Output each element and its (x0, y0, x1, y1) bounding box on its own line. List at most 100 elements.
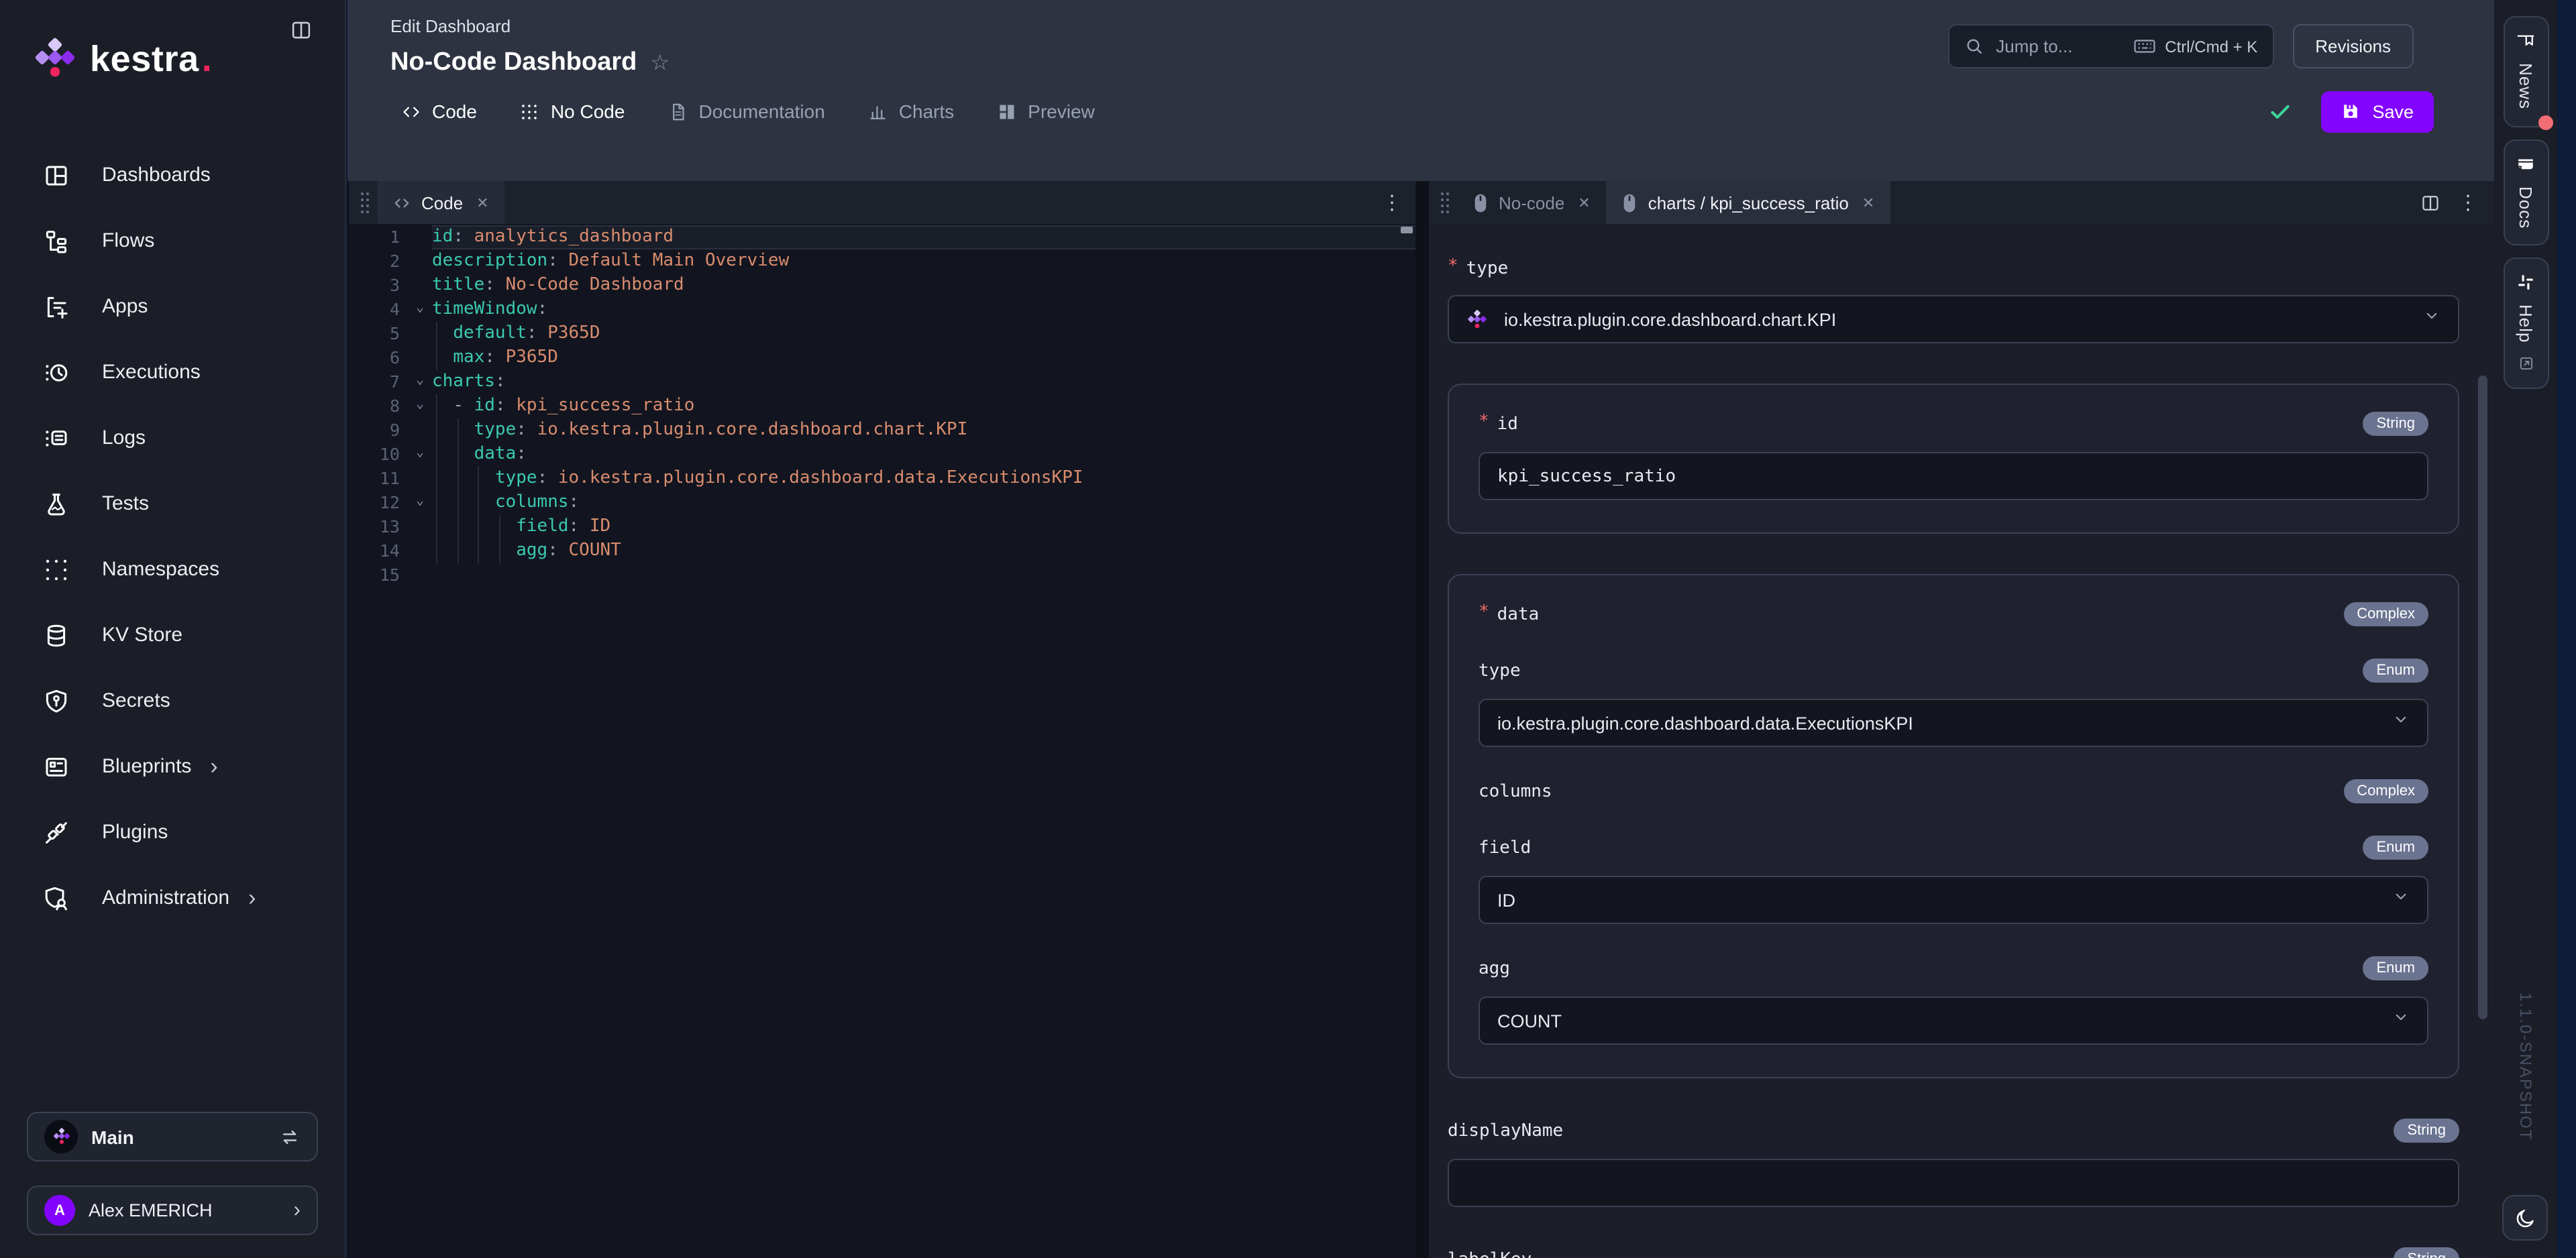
sidebar-item-apps[interactable]: Apps (8, 279, 337, 334)
panel-tab-charts-kpi-success-ratio[interactable]: charts / kpi_success_ratio✕ (1607, 181, 1891, 224)
code-text: type: io.kestra.plugin.core.dashboard.ch… (432, 418, 1415, 443)
field-card: *idStringkpi_success_ratio (1448, 384, 2459, 534)
code-text: timeWindow: (432, 298, 1415, 322)
type-badge: String (2394, 1247, 2460, 1258)
sidebar-item-kv-store[interactable]: KV Store (8, 608, 337, 663)
panel-splitter[interactable] (1415, 181, 1429, 1258)
fold-chevron-icon[interactable]: ⌄ (408, 443, 432, 467)
sidebar-item-label: Secrets (102, 689, 170, 712)
line-number: 14 (349, 539, 408, 563)
code-text: columns: (432, 491, 1415, 515)
fold-chevron-icon[interactable]: ⌄ (408, 370, 432, 394)
input-id[interactable]: kpi_success_ratio (1479, 452, 2428, 500)
sidebar-item-logs[interactable]: Logs (8, 410, 337, 465)
sidebar-item-administration[interactable]: Administration› (8, 870, 337, 925)
revisions-button[interactable]: Revisions (2292, 24, 2414, 68)
keyboard-icon (2133, 35, 2155, 58)
field-label: id (1497, 414, 1518, 434)
drag-grip-icon[interactable] (358, 190, 372, 215)
code-line: 1id: analytics_dashboard (349, 225, 1415, 249)
tests-icon (43, 490, 70, 517)
saved-check-icon (2269, 100, 2292, 123)
tenant-switch-icon[interactable] (279, 1126, 301, 1147)
close-icon[interactable]: ✕ (1862, 194, 1874, 211)
code-line: 2description: Default Main Overview (349, 249, 1415, 274)
sidebar-item-plugins[interactable]: Plugins (8, 805, 337, 860)
type-badge: String (2363, 412, 2429, 436)
kestra-logo-icon (32, 35, 78, 83)
rail-button-docs[interactable]: Docs (2503, 139, 2548, 245)
drag-grip-icon[interactable] (1438, 190, 1452, 215)
tab-label: No Code (551, 101, 625, 122)
tenant-icon (44, 1120, 78, 1153)
tab-charts[interactable]: Charts (847, 78, 975, 145)
theme-toggle-button[interactable] (2502, 1195, 2548, 1241)
rail-button-news[interactable]: News (2503, 16, 2548, 127)
select-value: ID (1497, 890, 1515, 910)
user-menu[interactable]: A Alex EMERICH › (27, 1186, 318, 1235)
field-label: type (1479, 661, 1521, 681)
indent-guide (457, 539, 458, 563)
kestra-logo[interactable]: kestra . (32, 35, 212, 83)
code-panel: Code ✕ ⋮ 1id: analytics_dashboard2descri… (349, 181, 1415, 1258)
field-id: *idStringkpi_success_ratio (1479, 412, 2428, 500)
indent-guide (436, 346, 437, 370)
input-displayname[interactable] (1448, 1159, 2459, 1207)
fold-spacer (408, 249, 432, 274)
editor-scroll-marker (1401, 227, 1413, 233)
sidebar-collapse-icon[interactable] (290, 19, 313, 42)
panel-tab-no-code[interactable]: No-code✕ (1457, 181, 1607, 224)
docsnote-icon (2516, 154, 2536, 174)
code-line: 7⌄charts: (349, 370, 1415, 394)
sidebar-item-flows[interactable]: Flows (8, 213, 337, 268)
indent-guide (436, 467, 437, 491)
select-field[interactable]: ID (1479, 876, 2428, 924)
favorite-star-icon[interactable]: ☆ (650, 50, 669, 76)
sidebar-item-tests[interactable]: Tests (8, 476, 337, 531)
indent-guide (436, 491, 437, 515)
field-label-row: labelKeyString (1448, 1247, 2459, 1258)
yaml-editor[interactable]: 1id: analytics_dashboard2description: De… (349, 224, 1415, 1258)
sidebar-item-executions[interactable]: Executions (8, 345, 337, 400)
editor-tab-code[interactable]: Code ✕ (377, 181, 505, 224)
sidebar-item-dashboards[interactable]: Dashboards (8, 148, 337, 203)
fold-chevron-icon[interactable]: ⌄ (408, 491, 432, 515)
tab-code[interactable]: Code (380, 78, 498, 145)
sidebar-item-label: KV Store (102, 624, 182, 646)
tab-no-code[interactable]: No Code (498, 78, 647, 145)
right-rail: NewsDocsHelp 1.1.0-SNAPSHOT (2494, 0, 2557, 1258)
field-field: fieldEnumID (1479, 836, 2428, 924)
sidebar-item-secrets[interactable]: Secrets (8, 673, 337, 728)
form-body: *typeio.kestra.plugin.core.dashboard.cha… (1429, 224, 2494, 1258)
select-type[interactable]: io.kestra.plugin.core.dashboard.data.Exe… (1479, 699, 2428, 747)
fold-chevron-icon[interactable]: ⌄ (408, 394, 432, 418)
field-labelkey: labelKeyString (1448, 1247, 2459, 1258)
panel-scrollbar[interactable] (2478, 376, 2487, 1019)
close-icon[interactable]: ✕ (1578, 194, 1590, 211)
sidebar-item-blueprints[interactable]: Blueprints› (8, 739, 337, 794)
panel-tabs: No-code✕charts / kpi_success_ratio✕ (1457, 181, 1890, 224)
split-view-icon[interactable] (2420, 192, 2440, 213)
view-tabs: Code No Code DocumentationCharts Preview (380, 78, 1116, 145)
code-text: default: P365D (432, 322, 1415, 346)
select-agg[interactable]: COUNT (1479, 996, 2428, 1045)
fold-chevron-icon[interactable]: ⌄ (408, 298, 432, 322)
blueprints-icon (43, 753, 70, 780)
rail-button-label: Docs (2516, 186, 2536, 228)
moon-icon (2514, 1206, 2536, 1229)
save-button[interactable]: Save (2321, 91, 2434, 132)
jump-to-search[interactable]: Jump to... Ctrl/Cmd + K (1947, 24, 2273, 68)
close-icon[interactable]: ✕ (476, 194, 488, 211)
sidebar-item-namespaces[interactable]: Namespaces (8, 542, 337, 597)
tab-preview[interactable]: Preview (975, 78, 1116, 145)
tenant-selector[interactable]: Main (27, 1112, 318, 1161)
kebab-menu-icon[interactable]: ⋮ (1382, 192, 1402, 213)
tab-documentation[interactable]: Documentation (646, 78, 846, 145)
field-label: agg (1479, 958, 1510, 978)
tab-label: Preview (1028, 101, 1095, 122)
kebab-menu-icon[interactable]: ⋮ (2458, 192, 2478, 213)
select-type[interactable]: io.kestra.plugin.core.dashboard.chart.KP… (1448, 295, 2459, 343)
sidebar-item-label: Dashboards (102, 164, 211, 186)
indent-guide (457, 515, 458, 539)
rail-button-help[interactable]: Help (2503, 258, 2548, 389)
